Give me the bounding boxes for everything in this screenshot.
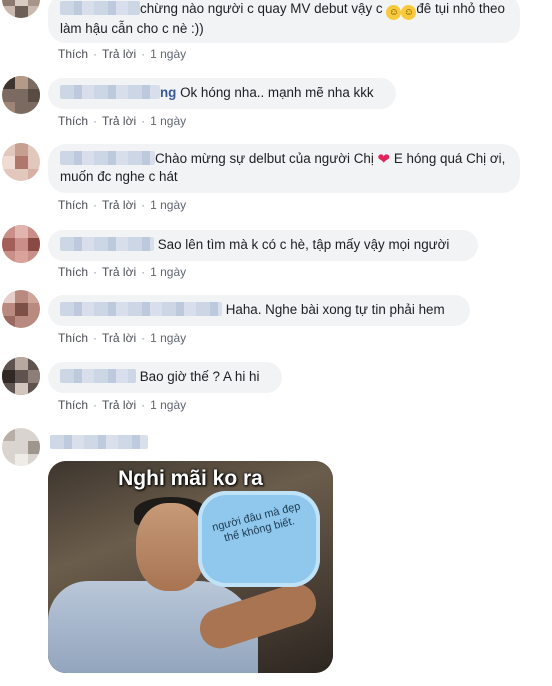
commenter-name[interactable] [60, 151, 155, 165]
comment-bubble: Haha. Nghe bài xong tự tin phải hem [48, 295, 470, 326]
like-link[interactable]: Thích [58, 331, 88, 345]
avatar[interactable] [2, 357, 40, 395]
timestamp[interactable]: 1 ngày [150, 265, 186, 279]
laughing-emoji-icon: ☺ [401, 5, 417, 20]
avatar[interactable] [2, 143, 40, 181]
timestamp[interactable]: 1 ngày [150, 198, 186, 212]
comment-actions: Thích · Trả lời · 1 ngày [58, 198, 187, 212]
commenter-name[interactable] [60, 1, 140, 15]
avatar[interactable] [2, 76, 40, 114]
comment-actions: Thích · Trả lời · 1 ngày [58, 398, 187, 412]
commenter-name[interactable] [50, 435, 148, 449]
comment-bubble: ng Ok hóng nha.. mạnh mẽ nha kkk [48, 78, 396, 109]
commenter-name[interactable] [60, 237, 154, 251]
like-link[interactable]: Thích [58, 47, 88, 61]
comment-text: Bao giờ thế ? A hi hi [139, 369, 260, 384]
like-link[interactable]: Thích [58, 114, 88, 128]
reply-link[interactable]: Trả lời [102, 198, 136, 212]
avatar[interactable] [2, 290, 40, 328]
avatar[interactable] [2, 428, 40, 466]
reply-link[interactable]: Trả lời [102, 265, 136, 279]
comment-actions: Thích · Trả lời · 1 ngày [58, 114, 187, 128]
like-link[interactable]: Thích [58, 265, 88, 279]
commenter-name[interactable] [60, 302, 222, 316]
avatar[interactable] [2, 0, 40, 18]
commenter-name[interactable] [60, 85, 160, 99]
avatar[interactable] [2, 225, 40, 263]
comment-actions: Thích · Trả lời · 1 ngày [58, 47, 187, 61]
meme-title: Nghi mãi ko ra [118, 467, 263, 490]
comment-text: Ok hóng nha.. mạnh mẽ nha kkk [180, 85, 374, 100]
timestamp[interactable]: 1 ngày [150, 114, 186, 128]
comment-text: chừng nào người c quay MV debut vậy c [140, 1, 383, 16]
comment-bubble: chừng nào người c quay MV debut vậy c ☺ ☺… [48, 0, 520, 43]
like-link[interactable]: Thích [58, 198, 88, 212]
comment-bubble: Chào mừng sự delbut của người Chị ❤ E hó… [48, 144, 520, 193]
timestamp[interactable]: 1 ngày [150, 331, 186, 345]
reply-link[interactable]: Trả lời [102, 331, 136, 345]
reply-link[interactable]: Trả lời [102, 398, 136, 412]
reply-link[interactable]: Trả lời [102, 47, 136, 61]
meme-image[interactable]: người đâu mà đẹp thế không biết. Nghi mã… [48, 461, 333, 673]
timestamp[interactable]: 1 ngày [150, 398, 186, 412]
timestamp[interactable]: 1 ngày [150, 47, 186, 61]
comment-bubble: Bao giờ thế ? A hi hi [48, 362, 282, 393]
commenter-name-tail[interactable]: ng [160, 85, 176, 100]
commenter-name[interactable] [60, 369, 136, 383]
reply-link[interactable]: Trả lời [102, 114, 136, 128]
comment-text: Sao lên tìm mà k có c hè, tập mấy vậy mọ… [157, 237, 450, 252]
laughing-emoji-icon: ☺ [386, 5, 402, 20]
comment-actions: Thích · Trả lời · 1 ngày [58, 265, 187, 279]
comment-text: Chào mừng sự delbut của người Chị [155, 151, 374, 166]
comment-text: Haha. Nghe bài xong tự tin phải hem [225, 302, 445, 317]
like-link[interactable]: Thích [58, 398, 88, 412]
heart-emoji-icon: ❤ [377, 151, 391, 168]
comment-bubble: Sao lên tìm mà k có c hè, tập mấy vậy mọ… [48, 230, 478, 261]
comment-actions: Thích · Trả lời · 1 ngày [58, 331, 187, 345]
